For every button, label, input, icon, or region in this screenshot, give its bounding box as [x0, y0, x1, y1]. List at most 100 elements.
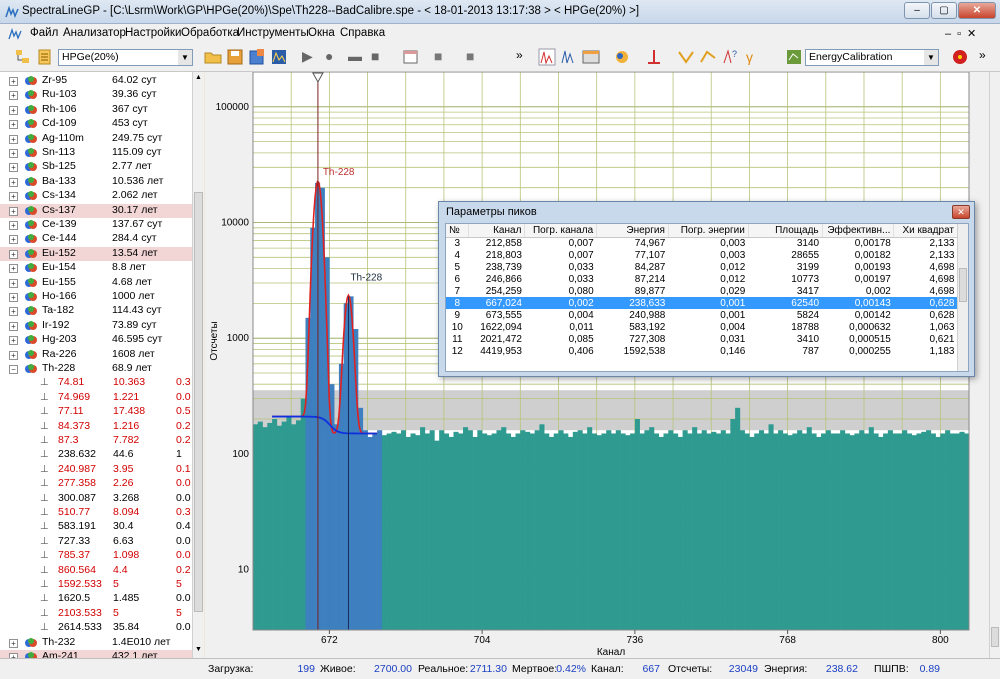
tree-line-row[interactable]: ⊥ 727.33 6.63 0.0 [0, 535, 192, 549]
mdi-window-controls[interactable]: –▫✕ [945, 27, 995, 40]
scroll-down-icon[interactable]: ▼ [194, 646, 203, 655]
calibration-icon[interactable] [785, 48, 803, 66]
expand-icon[interactable]: + [9, 336, 18, 346]
record-icon[interactable]: ● [325, 48, 343, 66]
table-row[interactable]: 6 246,866 0,033 87,214 0,012 10773 0,00197 4,69… [446, 273, 958, 285]
tree-line-row[interactable]: ⊥ 74.81 10.363 0.3 [0, 376, 192, 390]
play-icon[interactable]: ▶ [302, 48, 320, 66]
square-gray2-icon[interactable]: ■ [466, 48, 484, 66]
tree-line-row[interactable]: ⊥ 1620.5 1.485 0.0 [0, 592, 192, 606]
tree-nuclide-row[interactable]: + Ba-133 10.536 лет [0, 175, 192, 189]
tree-nuclide-row[interactable]: + Eu-154 8.8 лет [0, 261, 192, 275]
detector-select[interactable]: HPGe(20%) ▼ [58, 49, 193, 66]
menu-analyzer[interactable]: Анализатор [63, 27, 126, 39]
tree-line-row[interactable]: ⊥ 277.358 2.26 0.0 [0, 477, 192, 491]
column-header[interactable]: Эффективн... [822, 224, 895, 238]
nuclide-icon[interactable] [613, 48, 631, 66]
tree-line-row[interactable]: ⊥ 300.087 3.268 0.0 [0, 492, 192, 506]
expand-icon[interactable]: + [9, 134, 18, 144]
peaks-fit-icon[interactable] [560, 48, 578, 66]
table-row[interactable]: 11 2021,472 0,085 727,308 0,031 3410 0,000515 0… [446, 333, 958, 345]
tree-line-row[interactable]: ⊥ 2614.533 35.84 0.0 [0, 621, 192, 635]
tree-nuclide-row[interactable]: + Eu-155 4.68 лет [0, 276, 192, 290]
expand-icon[interactable]: + [9, 206, 18, 216]
tree-line-row[interactable]: ⊥ 77.11 17.438 0.5 [0, 405, 192, 419]
radiation-icon[interactable] [951, 48, 969, 66]
expand-icon[interactable]: + [9, 177, 18, 187]
table-row[interactable]: 7 254,259 0,080 89,877 0,029 3417 0,002 4,698 [446, 285, 958, 297]
tree-nuclide-row[interactable]: + Th-232 1.4E010 лет [0, 636, 192, 650]
tree-nuclide-row[interactable]: + Eu-152 13.54 лет [0, 246, 192, 261]
tree-scrollbar[interactable]: ▲ ▼ [192, 72, 204, 658]
open-folder-icon[interactable] [204, 48, 222, 66]
table-row[interactable]: 4 218,803 0,007 77,107 0,003 28655 0,00182 2,13… [446, 249, 958, 261]
line-marker-icon[interactable] [645, 48, 663, 66]
tree-nuclide-row[interactable]: + Ra-226 1608 лет [0, 348, 192, 362]
tree-nuclide-row[interactable]: + Ru-103 39.36 сут [0, 88, 192, 102]
column-header[interactable]: Хи квадрат [893, 224, 958, 238]
minimize-button[interactable]: – [904, 2, 930, 19]
expand-icon[interactable]: + [9, 77, 18, 86]
tree-line-row[interactable]: ⊥ 510.77 8.094 0.3 [0, 506, 192, 520]
expand-icon[interactable]: + [9, 221, 18, 230]
tree-line-row[interactable]: ⊥ 84.373 1.216 0.2 [0, 420, 192, 434]
peaks-scroll-thumb[interactable] [959, 268, 967, 302]
expand-icon[interactable]: + [9, 264, 18, 274]
toolbar-overflow[interactable]: » [516, 48, 523, 62]
tree-line-row[interactable]: ⊥ 240.987 3.95 0.1 [0, 463, 192, 477]
column-header[interactable]: Погр. канала [524, 224, 598, 238]
dialog-close-button[interactable]: ✕ [952, 205, 970, 219]
tree-nuclide-row[interactable]: + Ho-166 1000 лет [0, 290, 192, 304]
table-row[interactable]: 3 212,858 0,007 74,967 0,003 3140 0,00178 2,133 [446, 237, 958, 249]
tree-nuclide-row[interactable]: + Ce-139 137.67 сут [0, 218, 192, 232]
gamma-icon[interactable]: γ [743, 48, 761, 66]
expand-icon[interactable]: + [9, 192, 18, 202]
calendar-icon[interactable] [402, 48, 420, 66]
query-peak-icon[interactable]: ? [721, 48, 739, 66]
column-header[interactable]: Энергия [596, 224, 669, 238]
expand-icon[interactable]: + [9, 105, 18, 115]
tree-nuclide-row[interactable]: + Cs-137 30.17 лет [0, 203, 192, 218]
tree-nuclide-row[interactable]: + Zr-95 64.02 сут [0, 74, 192, 88]
tree-nuclide-row[interactable]: + Ta-182 114.43 сут [0, 304, 192, 318]
expand-icon[interactable]: + [9, 235, 18, 245]
peaks-table[interactable]: № Канал Погр. канала Энергия Погр. энергии Пл… [445, 223, 969, 372]
expand-icon[interactable]: + [9, 321, 18, 331]
peak-search-icon[interactable] [538, 48, 556, 66]
tree-scroll-thumb[interactable] [194, 192, 203, 612]
table-row[interactable]: 12 4419,953 0,406 1592,538 0,146 787 0,000255 1… [446, 345, 958, 357]
tree-line-row[interactable]: ⊥ 583.191 30.4 0.4 [0, 520, 192, 534]
expand-icon[interactable]: + [9, 278, 18, 288]
menu-settings[interactable]: Настройки [125, 27, 181, 39]
menu-help[interactable]: Справка [340, 27, 385, 39]
tree-nuclide-row[interactable]: + Sb-125 2.77 лет [0, 160, 192, 174]
calibration-select[interactable]: EnergyCalibration ▼ [805, 49, 939, 66]
expand-icon[interactable]: + [9, 91, 18, 101]
spectrum-icon[interactable] [270, 48, 288, 66]
tree-line-row[interactable]: ⊥ 74.969 1.221 0.0 [0, 391, 192, 405]
save-icon[interactable] [226, 48, 244, 66]
plot-scroll-thumb[interactable] [991, 627, 999, 647]
tree-line-row[interactable]: ⊥ 785.37 1.098 0.0 [0, 549, 192, 563]
tree-nuclide-row[interactable]: + Cd-109 453 сут [0, 117, 192, 131]
expand-icon[interactable]: + [9, 293, 18, 302]
expand-icon[interactable]: + [9, 350, 18, 360]
expand-icon[interactable]: + [9, 120, 18, 130]
table-row[interactable]: 8 667,024 0,002 238,633 0,001 62540 0,00143 0,6… [446, 297, 958, 309]
tree-nuclide-row[interactable]: − Th-228 68.9 лет [0, 362, 192, 376]
table-row[interactable]: 10 1622,094 0,011 583,192 0,004 18788 0,000632… [446, 321, 958, 333]
peaks-table-scrollbar[interactable] [957, 224, 968, 371]
menu-processing[interactable]: Обработка [181, 27, 239, 39]
tree-line-row[interactable]: ⊥ 860.564 4.4 0.2 [0, 564, 192, 578]
tree-nuclide-row[interactable]: + Ag-110m 249.75 сут [0, 132, 192, 146]
tree-view-icon[interactable] [14, 48, 32, 66]
tree-line-row[interactable]: ⊥ 238.632 44.6 1 [0, 448, 192, 462]
column-header[interactable]: Канал [468, 224, 526, 238]
tree-nuclide-row[interactable]: + Am-241 432.1 лет [0, 650, 192, 658]
expand-icon[interactable]: + [9, 638, 18, 648]
restore-button[interactable]: ▢ [931, 2, 957, 19]
table-row[interactable]: 5 238,739 0,033 84,287 0,012 3199 0,00193 4,698 [446, 261, 958, 273]
list-view-icon[interactable] [36, 48, 54, 66]
plot-scrollbar[interactable] [989, 72, 1000, 658]
tree-nuclide-row[interactable]: + Cs-134 2.062 лет [0, 189, 192, 203]
